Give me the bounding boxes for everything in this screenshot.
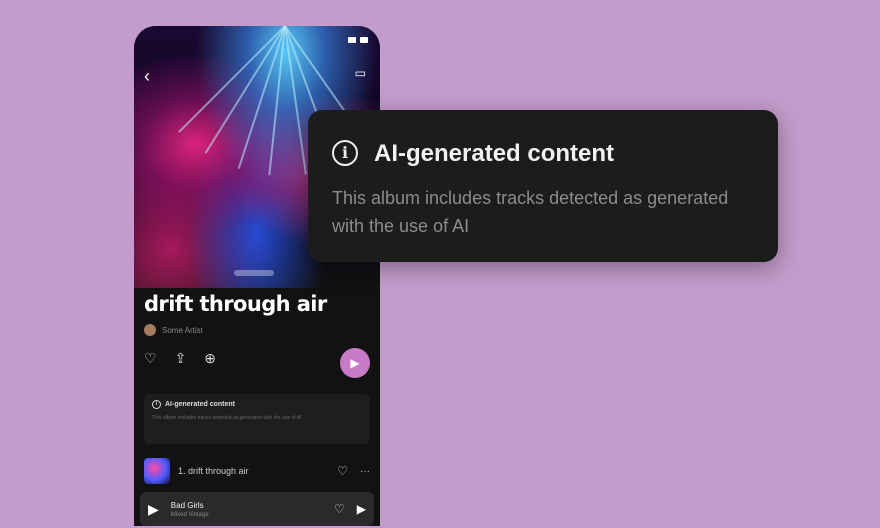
play-icon: ▶ — [350, 356, 360, 370]
track-label: 1. drift through air — [178, 466, 249, 476]
artist-row[interactable]: Some Artist — [144, 324, 203, 336]
artist-name: Some Artist — [162, 325, 203, 335]
mini-play-icon[interactable]: ▶ — [148, 501, 159, 518]
now-playing-heart-icon[interactable]: ♡ — [334, 502, 345, 516]
popup-description: This album includes tracks detected as g… — [332, 188, 729, 236]
now-playing-artist: Mixed Vintage — [170, 511, 209, 518]
phone-screen: ‹ ▭ drift through air Some Artist ♡ ⇪ ⊕ … — [134, 26, 380, 526]
ai-content-card[interactable]: i AI-generated content This album include… — [144, 394, 370, 444]
album-actions: ♡ ⇪ ⊕ — [144, 350, 216, 367]
ai-card-text: This album includes tracks detected as g… — [152, 415, 302, 421]
cover-caption — [234, 270, 274, 276]
track-thumbnail — [144, 458, 170, 484]
track-row[interactable]: 1. drift through air ♡ ··· — [144, 456, 370, 486]
play-button[interactable]: ▶ — [340, 348, 370, 378]
status-bar — [146, 34, 368, 46]
now-playing-bar[interactable]: ▶ Bad Girls Mixed Vintage ♡ ▶ — [140, 492, 374, 526]
cast-icon[interactable]: ▭ — [355, 66, 366, 80]
back-arrow-icon[interactable]: ‹ — [144, 66, 150, 87]
info-icon: i — [152, 400, 161, 409]
signal-icon — [348, 37, 356, 43]
ai-card-title: AI-generated content — [165, 401, 236, 408]
download-icon[interactable]: ⊕ — [204, 350, 216, 367]
heart-icon[interactable]: ♡ — [144, 350, 157, 367]
more-icon[interactable]: ··· — [360, 466, 370, 477]
info-icon: i — [332, 140, 358, 166]
next-track-icon[interactable]: ▶ — [357, 502, 366, 516]
ai-content-popup: i AI-generated content This album includ… — [308, 110, 778, 262]
track-heart-icon[interactable]: ♡ — [337, 464, 348, 478]
now-playing-title: Bad Girls — [170, 500, 204, 510]
popup-title: AI-generated content — [374, 140, 615, 167]
album-title: drift through air — [144, 292, 327, 316]
artist-avatar — [144, 324, 156, 336]
share-icon[interactable]: ⇪ — [175, 350, 187, 367]
battery-icon — [360, 37, 368, 43]
